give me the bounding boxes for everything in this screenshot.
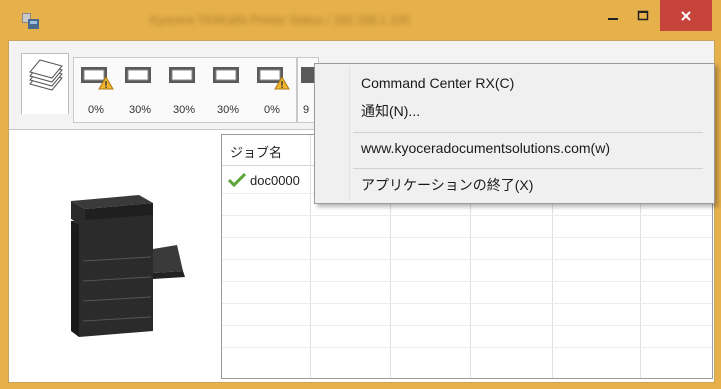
row-divider bbox=[222, 259, 712, 260]
warning-icon bbox=[274, 76, 290, 90]
tray-icon bbox=[169, 67, 195, 83]
job-name: doc0000 bbox=[250, 172, 300, 188]
row-divider bbox=[222, 303, 712, 304]
check-icon bbox=[228, 173, 246, 187]
maximize-icon bbox=[637, 10, 649, 21]
tray-2[interactable]: 30% bbox=[118, 58, 162, 122]
warning-icon bbox=[98, 76, 114, 90]
tray-5[interactable]: 0% bbox=[250, 58, 294, 122]
tray-1[interactable]: 0% bbox=[74, 58, 118, 122]
printer-app-icon bbox=[22, 13, 39, 29]
menu-separator bbox=[353, 132, 703, 133]
tray-percentage: 0% bbox=[264, 104, 280, 116]
menu-item-exit[interactable]: アプリケーションの終了(X) bbox=[361, 175, 533, 195]
tray-icon bbox=[125, 67, 151, 83]
menu-item-command-center[interactable]: Command Center RX(C) bbox=[361, 75, 514, 95]
table-row[interactable]: doc0000 bbox=[228, 171, 300, 189]
printer-icon bbox=[71, 195, 185, 337]
row-divider bbox=[222, 325, 712, 326]
maximize-button[interactable] bbox=[628, 3, 658, 29]
tray-4[interactable]: 30% bbox=[206, 58, 250, 122]
job-name-column-header[interactable]: ジョブ名 bbox=[230, 142, 282, 161]
printer-image bbox=[49, 181, 199, 341]
tray-percentage: 30% bbox=[172, 104, 196, 116]
minimize-icon bbox=[608, 18, 618, 20]
menu-item-website[interactable]: www.kyoceradocumentsolutions.com(w) bbox=[361, 140, 610, 160]
paper-stack-button[interactable] bbox=[21, 53, 69, 114]
printer-status-window: Kyocera TASKalfa Printer Status / 192.16… bbox=[0, 0, 721, 389]
close-button[interactable] bbox=[660, 0, 712, 31]
row-divider bbox=[222, 281, 712, 282]
context-menu: Command Center RX(C) 通知(N)... www.kyocer… bbox=[314, 63, 715, 204]
menu-separator bbox=[353, 168, 703, 169]
row-divider bbox=[222, 215, 712, 216]
menu-gutter bbox=[349, 66, 350, 201]
menu-item-notification[interactable]: 通知(N)... bbox=[361, 101, 420, 121]
tray-icon bbox=[213, 67, 239, 83]
row-divider bbox=[222, 347, 712, 348]
paper-stack-icon bbox=[29, 59, 63, 91]
tray-icon bbox=[301, 67, 314, 83]
window-title: Kyocera TASKalfa Printer Status / 192.16… bbox=[150, 13, 410, 27]
title-bar[interactable]: Kyocera TASKalfa Printer Status / 192.16… bbox=[0, 0, 721, 40]
tray-percentage: 30% bbox=[128, 104, 152, 116]
tray-percentage: 0% bbox=[88, 104, 104, 116]
tray-3[interactable]: 30% bbox=[162, 58, 206, 122]
row-divider bbox=[222, 237, 712, 238]
tray-group: 0% 30% 30% 30% 0% bbox=[73, 57, 297, 123]
tray-percentage: 30% bbox=[216, 104, 240, 116]
column-divider bbox=[310, 135, 311, 378]
minimize-button[interactable] bbox=[598, 3, 628, 29]
close-icon bbox=[681, 10, 691, 21]
